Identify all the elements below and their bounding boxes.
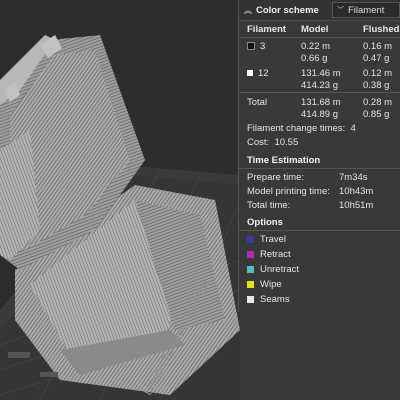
filament-id: 3 [260, 41, 266, 52]
option-unretract[interactable]: Unretract [247, 264, 299, 275]
total-model-weight: 414.89 g [301, 109, 338, 120]
total-model-length: 131.68 m [301, 97, 341, 108]
model-weight: 414.23 g [301, 80, 338, 91]
total-flushed-weight: 0.85 g [363, 109, 390, 120]
color-scheme-title: Color scheme [256, 4, 319, 16]
color-scheme-select-value: Filament [348, 4, 385, 16]
col-header-flushed: Flushed [363, 24, 400, 35]
col-header-model: Model [301, 24, 329, 35]
option-retract[interactable]: Retract [247, 249, 291, 260]
total-label: Total [247, 97, 268, 108]
travel-color-swatch [247, 236, 254, 243]
chevron-down-icon: ﹀ [337, 7, 344, 14]
model-length: 0.22 m [301, 41, 331, 52]
flushed-length: 0.16 m [363, 41, 393, 52]
filament-change-value: 4 [350, 123, 356, 134]
option-wipe[interactable]: Wipe [247, 279, 282, 290]
option-travel[interactable]: Travel [247, 234, 286, 245]
total-time-label: Total time: [247, 200, 291, 211]
prepare-time-label: Prepare time: [247, 172, 305, 183]
filament-change-label: Filament change times: [247, 123, 346, 134]
total-time-value: 10h51m [339, 200, 374, 211]
option-seams[interactable]: Seams [247, 294, 290, 305]
cost-label: Cost: [247, 137, 270, 148]
color-scheme-select[interactable]: ﹀ Filament [332, 2, 400, 18]
flushed-length: 0.12 m [363, 68, 393, 79]
seams-color-swatch [247, 296, 254, 303]
col-header-filament: Filament [247, 24, 287, 35]
model-length: 131.46 m [301, 68, 341, 79]
wipe-color-swatch [247, 281, 254, 288]
options-title: Options [247, 217, 283, 228]
option-label: Unretract [260, 264, 300, 275]
model-printing-time-label: Model printing time: [247, 186, 330, 197]
option-label: Seams [260, 294, 290, 305]
option-label: Wipe [260, 279, 282, 290]
retract-color-swatch [247, 251, 254, 258]
model-printing-time-value: 10h43m [339, 186, 374, 197]
option-label: Retract [260, 249, 291, 260]
prepare-time-value: 7m34s [339, 172, 368, 183]
flushed-weight: 0.38 g [363, 80, 390, 91]
flushed-weight: 0.47 g [363, 53, 390, 64]
model-weight: 0.66 g [301, 53, 328, 64]
time-estimation-title: Time Estimation [247, 155, 321, 166]
color-scheme-header[interactable]: ︽ Color scheme ﹀ Filament [239, 0, 400, 21]
cost-value: 10.55 [274, 137, 299, 148]
filament-color-swatch [247, 42, 255, 51]
total-flushed-length: 0.28 m [363, 97, 393, 108]
collapse-chevron-icon[interactable]: ︽ [244, 5, 256, 16]
option-label: Travel [260, 234, 287, 245]
filament-id: 12 [258, 68, 269, 79]
filament-color-swatch [247, 70, 253, 77]
slice-info-panel: ︽ Color scheme ﹀ Filament Filament Model… [238, 0, 400, 312]
unretract-color-swatch [247, 266, 254, 273]
